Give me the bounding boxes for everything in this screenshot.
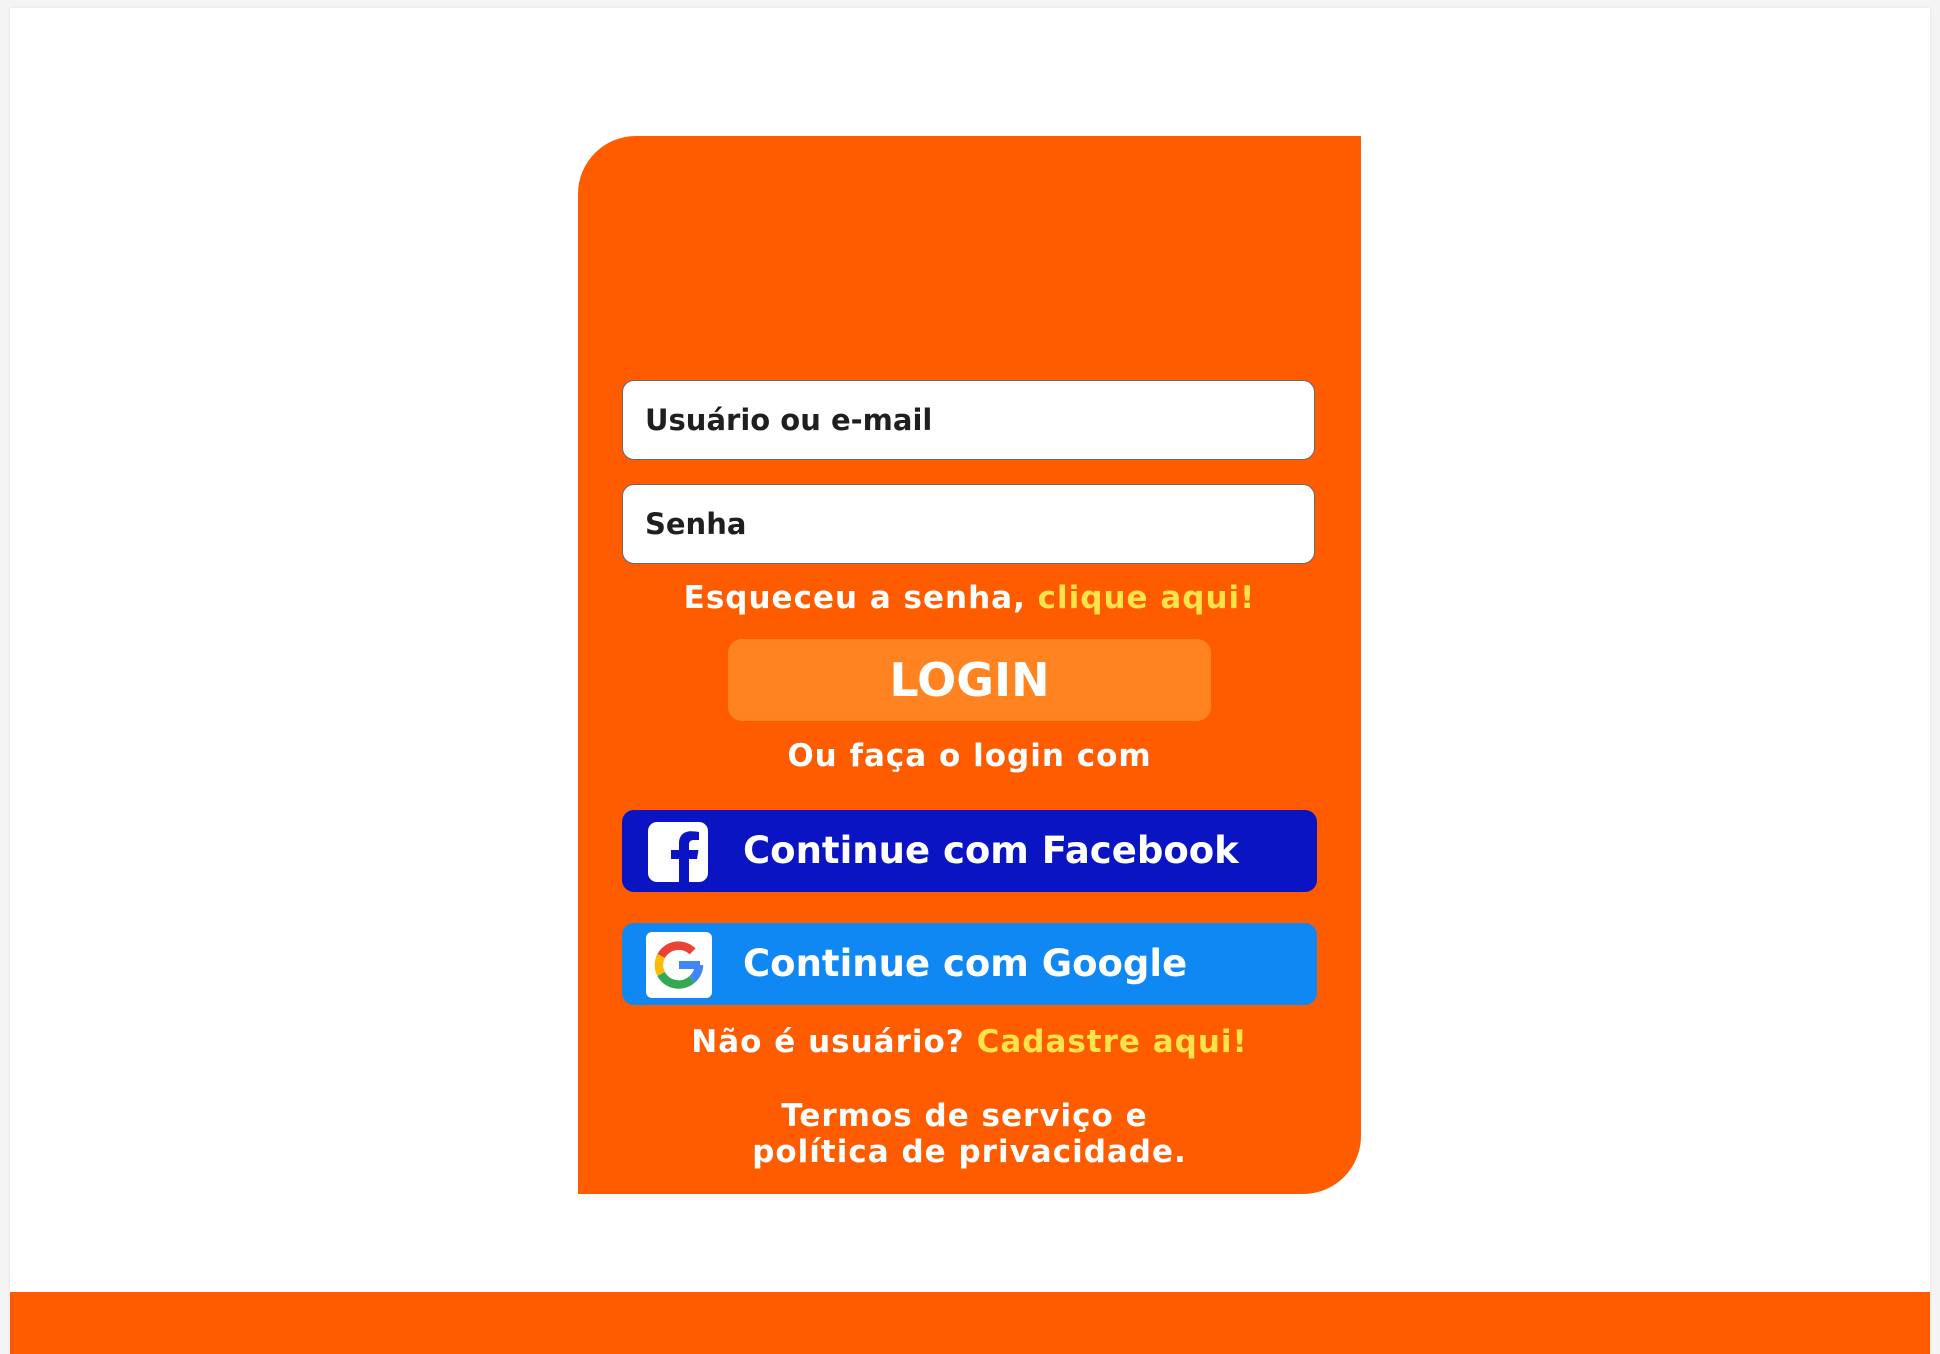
login-button[interactable]: LOGIN: [728, 639, 1211, 721]
login-card: Esqueceu a senha, clique aqui! LOGIN Ou …: [578, 136, 1361, 1194]
terms-line-2: política de privacidade.: [752, 1134, 1187, 1170]
facebook-icon: [648, 822, 708, 882]
terms-link[interactable]: Termos de serviço e política de privacid…: [578, 1098, 1361, 1170]
forgot-password-text: Esqueceu a senha, clique aqui!: [578, 580, 1361, 616]
signup-text: Não é usuário? Cadastre aqui!: [578, 1024, 1361, 1060]
signup-label: Não é usuário?: [691, 1024, 977, 1060]
password-input[interactable]: [645, 507, 1292, 541]
signup-link[interactable]: Cadastre aqui!: [977, 1024, 1248, 1060]
google-button-label: Continue com Google: [743, 942, 1188, 985]
username-input[interactable]: [645, 403, 1292, 437]
alt-login-text: Ou faça o login com: [787, 738, 1152, 774]
facebook-button-label: Continue com Facebook: [743, 829, 1239, 872]
page-frame: Esqueceu a senha, clique aqui! LOGIN Ou …: [10, 8, 1930, 1354]
forgot-password-link[interactable]: clique aqui!: [1038, 580, 1256, 616]
password-field[interactable]: [622, 484, 1315, 564]
forgot-password-label: Esqueceu a senha,: [683, 580, 1038, 616]
terms-line-1: Termos de serviço e: [781, 1098, 1148, 1134]
username-field[interactable]: [622, 380, 1315, 460]
google-icon: [646, 932, 712, 998]
facebook-login-button[interactable]: Continue com Facebook: [622, 810, 1317, 892]
google-login-button[interactable]: Continue com Google: [622, 923, 1317, 1005]
footer-bar: [10, 1292, 1930, 1354]
